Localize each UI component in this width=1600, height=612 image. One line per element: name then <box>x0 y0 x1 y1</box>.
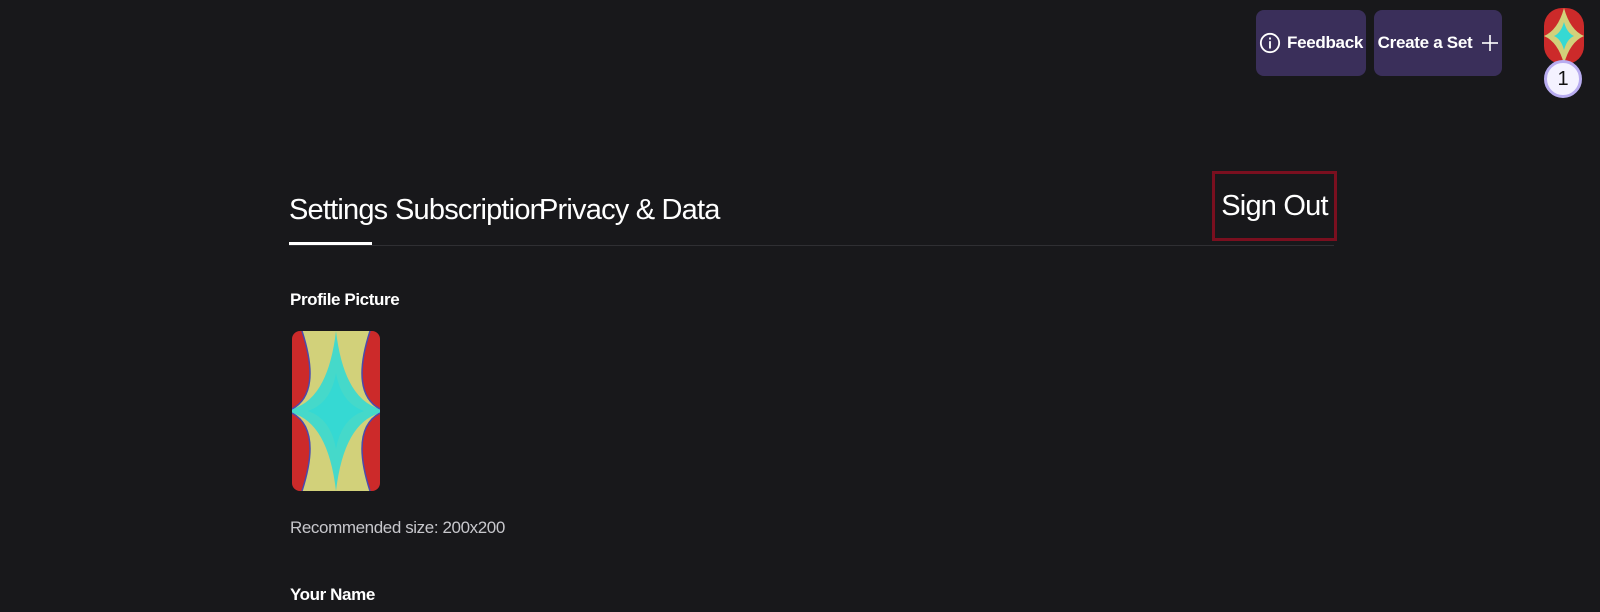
profile-picture-label: Profile Picture <box>290 290 400 309</box>
settings-tabs: Settings Subscription Privacy & Data <box>289 190 1334 246</box>
user-avatar-menu[interactable]: 1 <box>1542 8 1586 100</box>
create-set-button[interactable]: Create a Set <box>1374 10 1502 76</box>
tab-privacy-data[interactable]: Privacy & Data <box>539 190 720 246</box>
feedback-label: Feedback <box>1286 33 1364 52</box>
feedback-button[interactable]: Feedback <box>1256 10 1366 76</box>
avatar <box>1544 8 1584 64</box>
your-name-label: Your Name <box>290 585 375 604</box>
create-set-label: Create a Set <box>1377 33 1473 52</box>
info-icon <box>1259 32 1281 54</box>
top-bar: Feedback Create a Set <box>0 10 1600 76</box>
profile-picture[interactable] <box>292 331 380 491</box>
notification-badge: 1 <box>1544 60 1582 98</box>
tab-settings[interactable]: Settings <box>289 190 388 246</box>
active-tab-indicator <box>289 242 372 245</box>
recommended-size-hint: Recommended size: 200x200 <box>290 518 505 537</box>
sign-out-button[interactable]: Sign Out <box>1212 171 1337 241</box>
plus-icon <box>1482 35 1499 51</box>
tab-subscription[interactable]: Subscription <box>395 190 546 246</box>
